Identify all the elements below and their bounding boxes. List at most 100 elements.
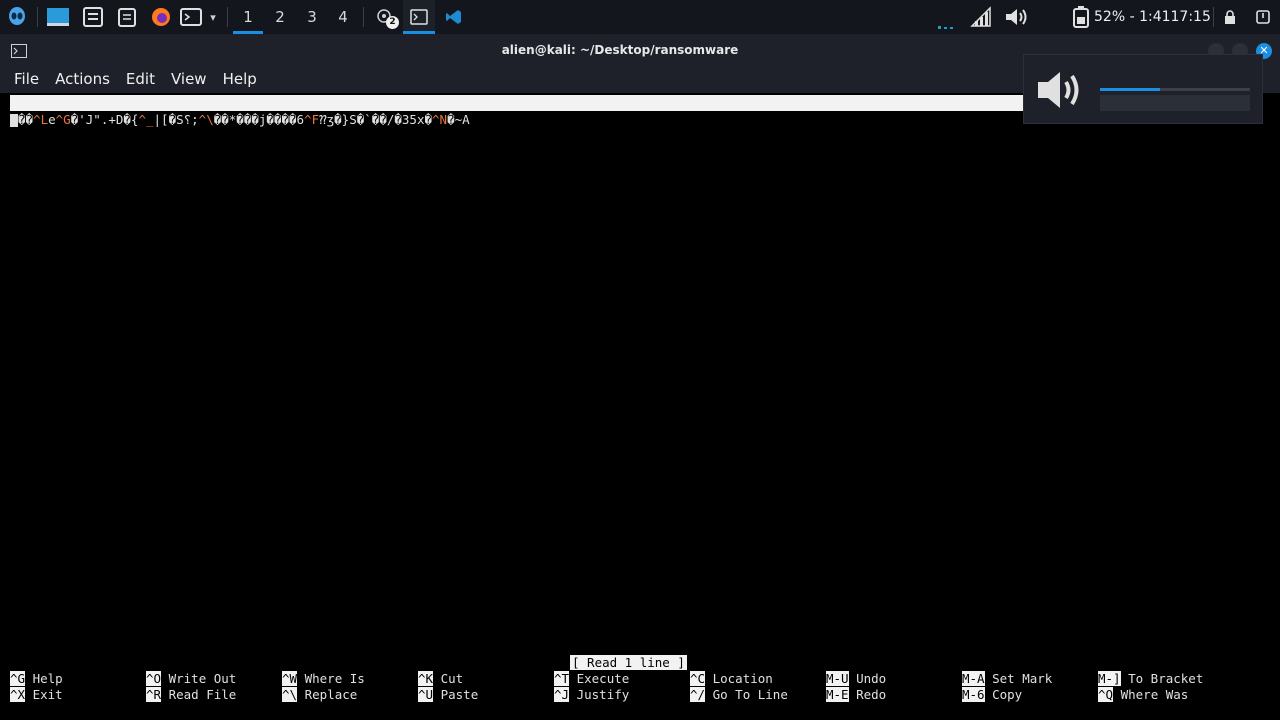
shortcut-label: Undo xyxy=(848,671,887,686)
taskbar-app-recorder[interactable]: 2 xyxy=(372,0,400,34)
notification-badge: 2 xyxy=(386,16,399,29)
volume-icon[interactable] xyxy=(1003,0,1031,34)
shortcut-key: ^O xyxy=(146,671,162,686)
volume-popup xyxy=(1023,54,1263,124)
control-char: ^F xyxy=(304,112,320,127)
shortcut-label: Set Mark xyxy=(984,671,1053,686)
workspace-1[interactable]: 1 xyxy=(233,0,263,34)
shortcut-redo[interactable]: M-E Redo xyxy=(826,687,886,703)
shortcut-key: ^R xyxy=(146,687,162,702)
shortcut-label: Write Out xyxy=(161,671,237,686)
shortcut-replace[interactable]: ^\ Replace xyxy=(282,687,357,703)
volume-slider-fill xyxy=(1100,88,1160,91)
shortcut-where-is[interactable]: ^W Where Is xyxy=(282,671,365,687)
shortcut-write-out[interactable]: ^O Write Out xyxy=(146,671,236,687)
taskbar-app-vscode[interactable] xyxy=(440,0,468,34)
buffer-text-segment: e xyxy=(48,112,56,127)
text-cursor xyxy=(10,114,18,127)
buffer-text-segment: �� xyxy=(18,112,34,127)
nano-filename: teste.txt.ransomwaretroll xyxy=(547,127,736,142)
battery-icon[interactable] xyxy=(1070,0,1092,34)
file-manager-icon[interactable] xyxy=(80,0,106,34)
buffer-text-segment: |[�S⸮; xyxy=(153,112,199,127)
nano-text-buffer[interactable]: ��^Le^G�'J".+D�{^_|[�S⸮;^\��*���j����6^F… xyxy=(10,111,470,128)
shortcut-label: Copy xyxy=(984,687,1023,702)
shortcut-key: ^W xyxy=(282,671,298,686)
firefox-icon[interactable] xyxy=(148,0,174,34)
shortcut-label: Go To Line xyxy=(705,687,788,702)
terminal-area[interactable]: GNU nano 7.2 teste.txt.ransomwaretroll �… xyxy=(10,95,1262,707)
shortcut-key: ^J xyxy=(554,687,570,702)
control-char: ^N xyxy=(432,112,448,127)
menu-file[interactable]: File xyxy=(6,66,47,93)
shortcut-paste[interactable]: ^U Paste xyxy=(418,687,478,703)
shortcut-label: Replace xyxy=(297,687,358,702)
terminal-icon xyxy=(410,9,428,25)
buffer-text-segment: �'J".+D�{ xyxy=(70,112,139,127)
shortcut-key: ^U xyxy=(418,687,434,702)
shortcut-label: Where Was xyxy=(1113,687,1189,702)
shortcut-help[interactable]: ^G Help xyxy=(10,671,63,687)
volume-slider-trough xyxy=(1100,95,1250,111)
shortcut-key: ^/ xyxy=(690,687,706,702)
text-editor-icon[interactable] xyxy=(114,0,140,34)
volume-slider[interactable] xyxy=(1100,88,1250,91)
shortcut-to-bracket[interactable]: M-] To Bracket xyxy=(1098,671,1203,687)
kali-menu-icon[interactable] xyxy=(4,0,30,34)
chevron-down-icon[interactable]: ▾ xyxy=(205,0,221,34)
shortcut-read-file[interactable]: ^R Read File xyxy=(146,687,236,703)
shortcut-key: M-E xyxy=(826,687,849,702)
shortcut-key: ^G xyxy=(10,671,26,686)
battery-clock-text[interactable]: 52% - 1:4117:15 xyxy=(1094,0,1211,34)
workspace-3[interactable]: 3 xyxy=(297,0,327,34)
menu-view[interactable]: View xyxy=(163,66,215,93)
workspace-4[interactable]: 4 xyxy=(328,0,358,34)
shortcut-label: Execute xyxy=(569,671,630,686)
shortcut-label: Justify xyxy=(569,687,630,702)
shortcut-key: ^X xyxy=(10,687,26,702)
workspace-2[interactable]: 2 xyxy=(265,0,295,34)
buffer-text-segment: �~A xyxy=(447,112,470,127)
taskbar-app-terminal[interactable] xyxy=(403,0,435,34)
control-char: ^G xyxy=(55,112,71,127)
lock-icon[interactable] xyxy=(1220,0,1240,34)
control-char: ^_ xyxy=(138,112,154,127)
menu-actions[interactable]: Actions xyxy=(47,66,118,93)
wifi-signal-icon[interactable] xyxy=(968,0,994,34)
show-desktop-icon[interactable] xyxy=(45,0,71,34)
shortcut-label: Cut xyxy=(433,671,464,686)
shortcut-set-mark[interactable]: M-A Set Mark xyxy=(962,671,1052,687)
shortcut-label: Help xyxy=(25,671,63,686)
shortcut-label: Location xyxy=(705,671,773,686)
network-graph-icon xyxy=(932,0,966,34)
control-char: ^\ xyxy=(198,112,214,127)
shortcut-justify[interactable]: ^J Justify xyxy=(554,687,629,703)
control-char: ^L xyxy=(33,112,49,127)
shortcut-key: M-6 xyxy=(962,687,985,702)
shortcut-cut[interactable]: ^K Cut xyxy=(418,671,463,687)
shortcut-key: M-A xyxy=(962,671,985,686)
menu-help[interactable]: Help xyxy=(215,66,265,93)
shortcut-label: To Bracket xyxy=(1120,671,1204,686)
shortcut-copy[interactable]: M-6 Copy xyxy=(962,687,1022,703)
terminal-window: alien@kali: ~/Desktop/ransomware ✕ File … xyxy=(0,34,1280,720)
shortcut-exit[interactable]: ^X Exit xyxy=(10,687,63,703)
menu-edit[interactable]: Edit xyxy=(118,66,163,93)
logout-icon[interactable] xyxy=(1252,0,1274,34)
buffer-line-1: ��^Le^G�'J".+D�{^_|[�S⸮;^\��*���j����6^F… xyxy=(18,112,470,127)
shortcut-key: ^Q xyxy=(1098,687,1114,702)
shortcut-label: Where Is xyxy=(297,671,365,686)
volume-large-icon xyxy=(1038,72,1079,108)
shortcut-label: Redo xyxy=(848,687,887,702)
shortcut-key: ^K xyxy=(418,671,434,686)
shortcut-location[interactable]: ^C Location xyxy=(690,671,773,687)
shortcut-key: ^C xyxy=(690,671,706,686)
shortcut-undo[interactable]: M-U Undo xyxy=(826,671,886,687)
shortcut-go-to-line[interactable]: ^/ Go To Line xyxy=(690,687,788,703)
shortcut-execute[interactable]: ^T Execute xyxy=(554,671,629,687)
terminal-launcher-icon[interactable] xyxy=(178,0,204,34)
top-panel: ▾ 1 2 3 4 2 52% - 1:4117:15 xyxy=(0,0,1280,34)
shortcut-key: M-U xyxy=(826,671,849,686)
shortcut-where-was[interactable]: ^Q Where Was xyxy=(1098,687,1188,703)
buffer-text-segment: ��*���j����6 xyxy=(213,112,305,127)
